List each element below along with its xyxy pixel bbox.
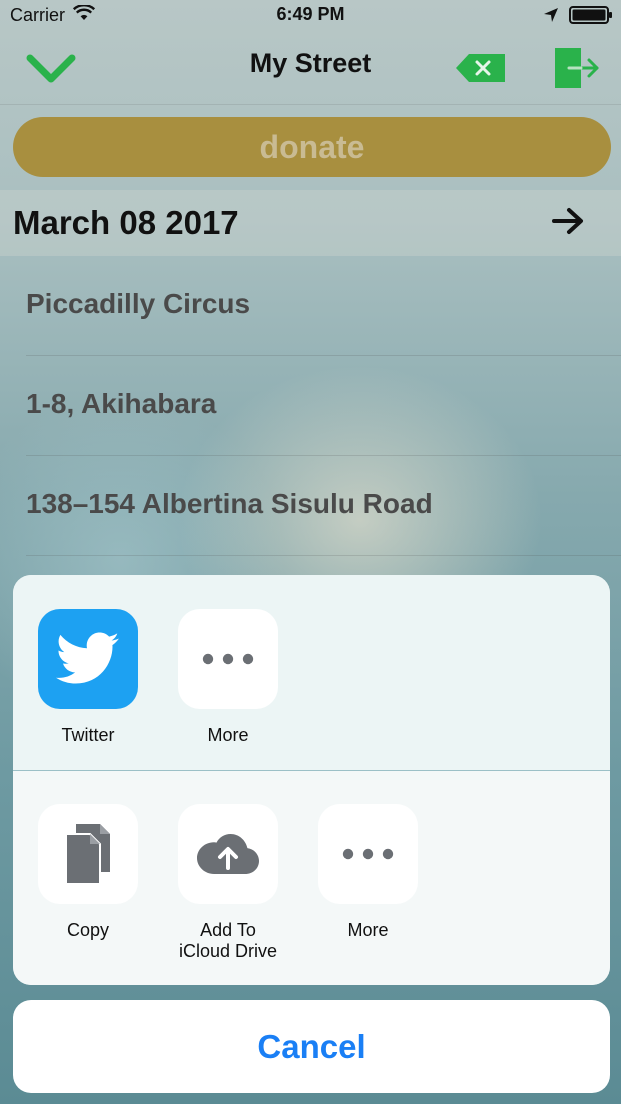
- battery-icon: [569, 6, 613, 29]
- twitter-icon[interactable]: [38, 609, 138, 709]
- more-icon[interactable]: [178, 609, 278, 709]
- action-label: Copy: [66, 920, 110, 940]
- copy-icon[interactable]: [38, 804, 138, 904]
- share-app-label: More: [207, 725, 249, 745]
- list-item-label: Piccadilly Circus: [26, 288, 251, 319]
- more-icon[interactable]: [318, 804, 418, 904]
- exit-icon[interactable]: [553, 46, 601, 95]
- list-item[interactable]: Piccadilly Circus: [26, 256, 621, 356]
- status-bar: Carrier 6:49 PM: [0, 0, 621, 30]
- list-item-label: 1-8, Akihabara: [26, 388, 217, 419]
- action-label: More: [347, 920, 389, 940]
- share-twitter[interactable]: Twitter: [33, 609, 143, 746]
- share-sheet: Twitter More Copy Add To iCloud Drive Mo…: [13, 575, 610, 985]
- action-add-to-icloud-drive[interactable]: Add To iCloud Drive: [173, 804, 283, 962]
- status-right: [543, 6, 613, 29]
- action-label-line1: Add To: [200, 920, 256, 940]
- arrow-right-icon[interactable]: [551, 206, 585, 241]
- share-app-label: Twitter: [61, 725, 115, 745]
- action-more[interactable]: More: [313, 804, 423, 941]
- share-more-apps[interactable]: More: [173, 609, 283, 746]
- donate-button[interactable]: donate: [13, 117, 611, 177]
- nav-title: My Street: [249, 48, 372, 78]
- navigation-bar: My Street: [0, 30, 621, 105]
- list-item[interactable]: 138–154 Albertina Sisulu Road: [26, 456, 621, 556]
- list-item[interactable]: 1-8, Akihabara: [26, 356, 621, 456]
- share-actions-row: Copy Add To iCloud Drive More: [13, 771, 610, 985]
- action-copy[interactable]: Copy: [33, 804, 143, 941]
- cancel-button[interactable]: Cancel: [13, 1000, 610, 1093]
- date-label: March 08 2017: [13, 204, 239, 241]
- location-arrow-icon: [543, 7, 559, 28]
- status-time: 6:49 PM: [276, 4, 345, 24]
- icloud-upload-icon[interactable]: [178, 804, 278, 904]
- list-item-label: 138–154 Albertina Sisulu Road: [26, 488, 433, 519]
- date-header: March 08 2017: [0, 190, 621, 256]
- action-label-line2: iCloud Drive: [178, 941, 278, 961]
- share-apps-row: Twitter More: [13, 575, 610, 770]
- delete-icon[interactable]: [455, 52, 507, 89]
- action-label: Add To iCloud Drive: [173, 920, 283, 962]
